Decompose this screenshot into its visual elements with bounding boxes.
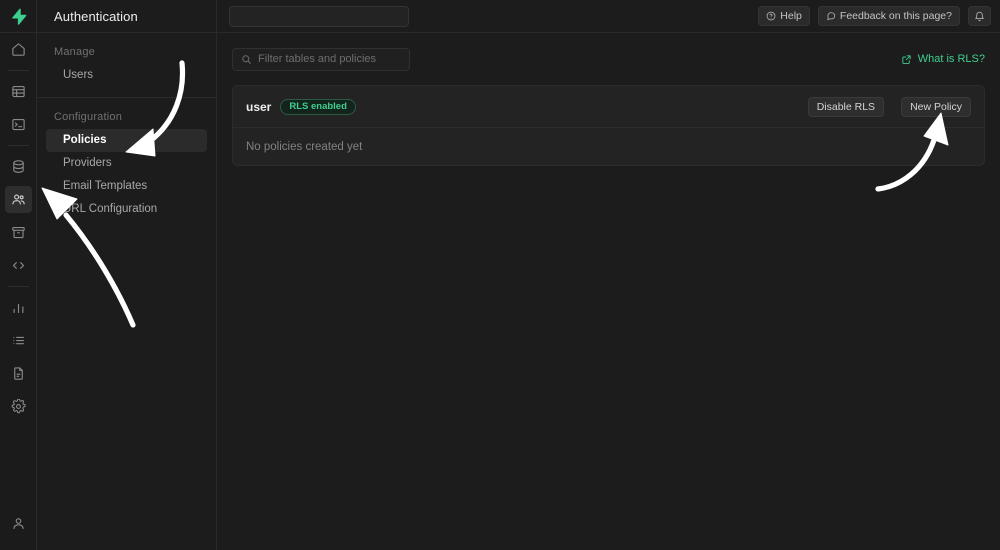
users-icon [11, 194, 25, 205]
bar-chart-icon [13, 303, 23, 314]
policies-empty-state: No policies created yet [233, 128, 984, 165]
bell-icon [975, 11, 984, 21]
page-title: Authentication [54, 8, 138, 24]
rail-item-project-settings[interactable] [5, 393, 32, 420]
sidebar-section-configuration: Configuration Policies Providers Email T… [37, 98, 216, 231]
sidebar-item-providers[interactable]: Providers [46, 152, 207, 175]
supabase-logo[interactable] [0, 0, 37, 33]
sidebar-section-label-manage: Manage [54, 46, 95, 58]
supabase-lightning-bolt-icon [11, 8, 26, 25]
rail-item-logs[interactable] [5, 327, 32, 354]
rail-divider [7, 70, 29, 71]
sidebar-section-manage: Manage Users [37, 33, 216, 98]
rail-divider [7, 145, 29, 146]
rail-item-authentication[interactable] [4, 186, 32, 213]
content-area: Filter tables and policies What is RLS? … [217, 33, 1000, 550]
sidebar-item-users[interactable]: Users [46, 64, 207, 87]
notifications-button[interactable] [968, 6, 991, 26]
search-icon [242, 54, 251, 64]
empty-state-text: No policies created yet [246, 140, 363, 153]
terminal-icon [11, 118, 25, 131]
rail-item-api[interactable] [5, 252, 32, 279]
table-icon [11, 85, 25, 98]
code-icon [12, 262, 24, 269]
rail-item-database[interactable] [5, 153, 32, 180]
rail-item-reports[interactable] [5, 294, 32, 321]
new-policy-button[interactable]: New Policy [901, 96, 971, 117]
filter-input[interactable]: Filter tables and policies [232, 47, 410, 71]
help-button-label: Help [780, 10, 802, 22]
chat-bubble-icon [827, 12, 836, 21]
disable-rls-button[interactable]: Disable RLS [807, 96, 885, 117]
content-toolbar: Filter tables and policies What is RLS? [232, 47, 985, 71]
user-avatar-icon [12, 518, 24, 530]
app-root: Authentication Manage Users Configuratio… [0, 0, 1000, 550]
top-bar: Help Feedback on this page? [217, 0, 1000, 33]
feedback-button-label: Feedback on this page? [839, 10, 952, 22]
external-link-icon [902, 54, 911, 64]
list-icon [12, 336, 24, 345]
sidebar-header: Authentication [37, 0, 216, 33]
rail-item-table-editor[interactable] [5, 78, 32, 105]
secondary-sidebar: Authentication Manage Users Configuratio… [37, 0, 217, 550]
table-name: user [246, 99, 272, 114]
main-column: Help Feedback on this page? Filter table… [217, 0, 1000, 550]
sidebar-item-email-templates[interactable]: Email Templates [46, 175, 207, 198]
database-icon [12, 160, 24, 173]
what-is-rls-label: What is RLS? [917, 53, 985, 65]
rail-item-storage[interactable] [5, 219, 32, 246]
archive-icon [11, 226, 25, 239]
rail-group-account [0, 507, 36, 550]
sidebar-item-policies[interactable]: Policies [46, 129, 207, 152]
document-icon [13, 367, 23, 380]
sidebar-item-url-configuration[interactable]: URL Configuration [46, 198, 207, 221]
primary-nav-rail [0, 0, 37, 550]
filter-input-placeholder: Filter tables and policies [258, 53, 377, 65]
omnibar-search-input[interactable] [229, 5, 409, 27]
sidebar-section-label-configuration: Configuration [54, 111, 123, 123]
rail-item-api-docs[interactable] [5, 360, 32, 387]
feedback-button[interactable]: Feedback on this page? [817, 6, 960, 26]
gear-icon [11, 399, 26, 414]
what-is-rls-link[interactable]: What is RLS? [901, 53, 985, 65]
status-badge-rls: RLS enabled [280, 98, 356, 115]
rail-item-sql-editor[interactable] [5, 111, 32, 138]
question-circle-icon [766, 11, 776, 21]
rail-item-home[interactable] [5, 36, 32, 63]
policies-table-card: user RLS enabled Disable RLS New Policy … [232, 85, 985, 166]
help-button[interactable]: Help [758, 6, 810, 26]
rail-divider [7, 286, 29, 287]
home-icon [11, 43, 25, 56]
policies-card-header: user RLS enabled Disable RLS New Policy [233, 86, 984, 128]
rail-item-account[interactable] [5, 510, 32, 537]
rail-group-primary [0, 33, 36, 423]
